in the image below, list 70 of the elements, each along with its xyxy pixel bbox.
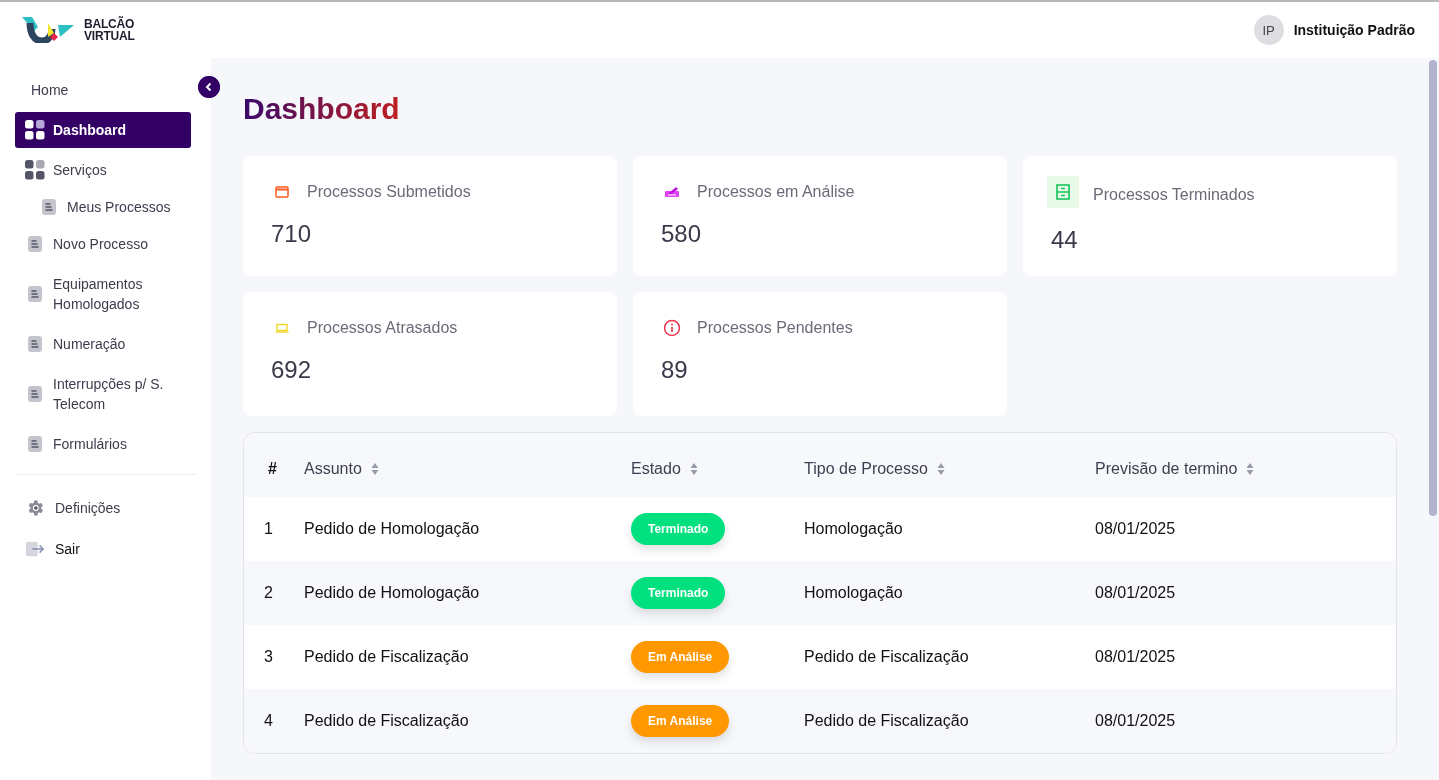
table-cell: Pedido de Homologação [304,520,480,538]
column-header[interactable]: Estado [631,460,681,478]
sidebar-item[interactable]: Formulários [15,426,191,462]
user-avatar[interactable]: IP [1253,15,1284,45]
table-cell: 1 [264,520,273,538]
sidebar-item[interactable]: Meus Processos [15,192,191,222]
sidebar-item[interactable]: Home [15,72,191,108]
sidebar-item[interactable]: Dashboard [15,112,191,148]
status-badge: Terminado [631,577,726,609]
calendar-icon [275,186,289,198]
table-cell: Pedido de Homologação [304,584,480,602]
stat-value: 89 [661,356,689,384]
document-icon [41,198,57,216]
document-icon [27,335,43,353]
user-name: Instituição Padrão [1293,22,1415,38]
stat-label: Processos Pendentes [697,319,853,337]
table-cell: 08/01/2025 [1095,648,1176,666]
stat-label: Processos Submetidos [307,183,471,201]
info-icon [663,319,681,337]
collapse-button[interactable] [198,76,220,98]
document-icon [27,385,43,403]
stat-value: 692 [271,356,313,384]
sidebar-item[interactable]: Interrupções p/ S. Telecom [15,366,191,422]
table-cell: 2 [264,584,273,602]
stat-value: 580 [661,220,703,248]
table-cell: Homologação [804,584,903,602]
table-cell: 08/01/2025 [1095,712,1176,730]
sort-icon[interactable] [370,462,379,476]
table-cell: Homologação [804,520,903,538]
logo-icon [22,17,74,43]
table-cell: 4 [264,712,273,730]
scrollbar[interactable] [1429,60,1437,516]
grid-icon [25,120,45,140]
stat-label: Processos Terminados [1093,186,1255,204]
table-cell: Pedido de Fiscalização [304,712,469,730]
table-cell: 08/01/2025 [1095,520,1176,538]
status-badge: Em Análise [631,705,730,737]
document-icon [27,235,43,253]
table-cell: 3 [264,648,273,666]
sort-icon[interactable] [689,462,698,476]
tray-icon [275,323,289,333]
sort-icon[interactable] [1246,462,1255,476]
column-header: # [268,460,277,478]
sidebar-item[interactable]: Serviços [15,152,191,188]
sidebar-item[interactable]: Numeração [15,326,191,362]
column-header[interactable]: Tipo de Processo [804,460,928,478]
sidebar-item[interactable]: Definições [15,489,191,527]
stat-value: 710 [271,220,313,248]
document-icon [27,285,43,303]
sidebar-item[interactable]: Equipamentos Homologados [15,266,191,322]
cabinet-icon [1047,176,1079,208]
stat-value: 44 [1051,226,1079,254]
table-cell: Pedido de Fiscalização [804,712,969,730]
exit-icon [25,540,45,558]
table-cell: Pedido de Fiscalização [804,648,969,666]
pen-icon [664,186,680,198]
column-header[interactable]: Assunto [304,460,362,478]
sidebar-item[interactable]: Sair [15,531,191,567]
table-cell: Pedido de Fiscalização [304,648,469,666]
status-badge: Terminado [631,513,726,545]
stat-label: Processos Atrasados [307,319,458,337]
sort-icon[interactable] [936,462,945,476]
column-header[interactable]: Previsão de termino [1095,460,1238,478]
stat-label: Processos em Análise [697,183,855,201]
logo-text: BALCÃO VIRTUAL [84,18,135,42]
document-icon [27,435,43,453]
table-cell: 08/01/2025 [1095,584,1176,602]
status-badge: Em Análise [631,641,730,673]
sidebar-item[interactable]: Novo Processo [15,226,191,262]
grid-icon [25,160,45,180]
